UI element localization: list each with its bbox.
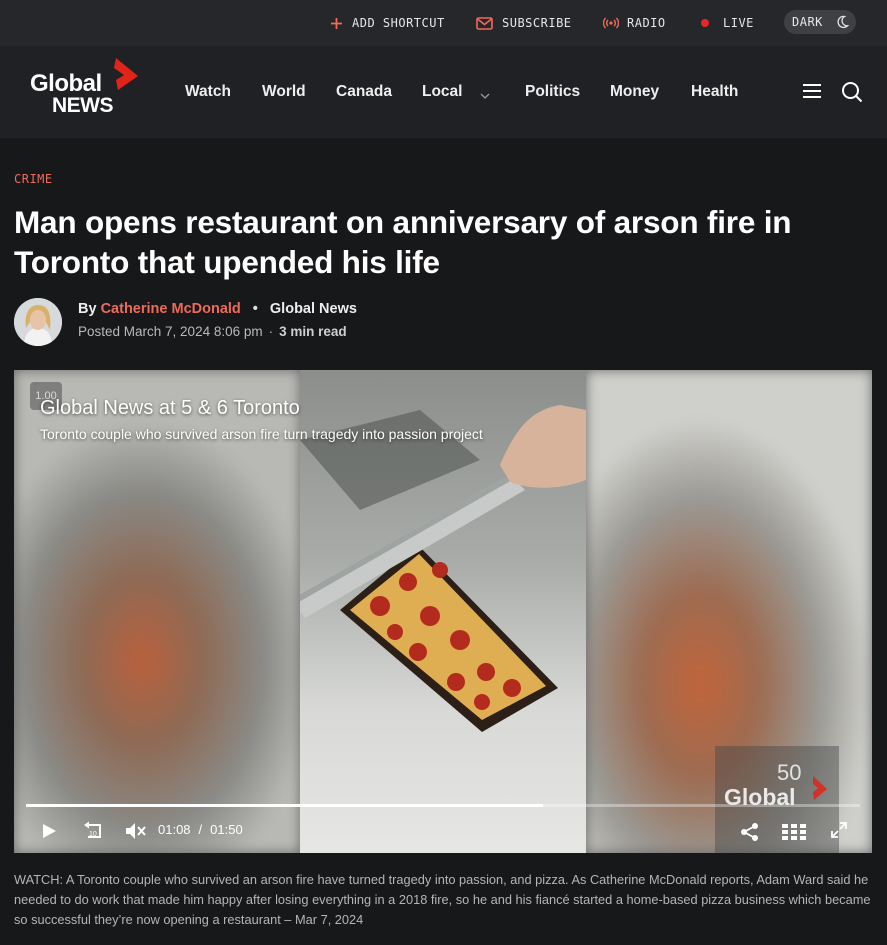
video-title: Global News at 5 & 6 Toronto xyxy=(40,397,300,419)
nav-canada[interactable]: Canada xyxy=(336,82,392,102)
posted-meta: Posted March 7, 2024 8:06 pm · 3 min read xyxy=(78,324,347,339)
utility-bar: ADD SHORTCUT SUBSCRIBE RADIO LIVE DARK xyxy=(0,0,887,46)
add-shortcut-label: ADD SHORTCUT xyxy=(352,16,445,30)
radio-icon xyxy=(603,17,619,29)
nav-watch[interactable]: Watch xyxy=(185,82,231,102)
logo-text-news: NEWS xyxy=(52,94,114,117)
search-icon[interactable] xyxy=(841,81,863,108)
share-icon[interactable] xyxy=(740,822,760,847)
outlet-name: Global News xyxy=(269,301,357,317)
video-frame-center xyxy=(290,370,586,853)
video-caption: WATCH: A Toronto couple who survived an … xyxy=(14,872,871,927)
fullscreen-icon[interactable] xyxy=(831,822,847,843)
video-player[interactable]: 1.00 Global News at 5 & 6 Toronto Toront… xyxy=(14,370,872,853)
video-frame-left-blur xyxy=(14,370,300,853)
nav-health[interactable]: Health xyxy=(691,82,738,102)
video-subtitle: Toronto couple who survived arson fire t… xyxy=(40,426,483,442)
subscribe-label: SUBSCRIBE xyxy=(502,16,572,30)
mail-icon xyxy=(476,16,493,30)
add-shortcut-link[interactable]: ADD SHORTCUT xyxy=(330,0,445,46)
nav-world[interactable]: World xyxy=(262,82,306,102)
radio-link[interactable]: RADIO xyxy=(603,0,666,46)
global-news-logo[interactable]: Global NEWS xyxy=(30,58,140,118)
current-time: 01:08 xyxy=(158,822,191,837)
category-label[interactable]: CRIME xyxy=(14,172,53,186)
hamburger-menu-icon[interactable] xyxy=(802,83,822,104)
meta-separator: · xyxy=(268,324,274,339)
video-progress-fill xyxy=(26,804,544,807)
byline: By Catherine McDonald • Global News xyxy=(78,301,357,317)
subscribe-link[interactable]: SUBSCRIBE xyxy=(476,0,572,46)
plus-icon xyxy=(330,17,343,30)
live-link[interactable]: LIVE xyxy=(701,0,754,46)
video-progress-bar[interactable] xyxy=(26,804,860,807)
nav-politics[interactable]: Politics xyxy=(525,82,580,102)
live-label: LIVE xyxy=(723,16,754,30)
grid-icon[interactable] xyxy=(781,822,807,847)
author-link[interactable]: Catherine McDonald xyxy=(101,301,241,317)
chevron-down-icon[interactable] xyxy=(479,87,491,105)
byline-separator: • xyxy=(252,301,258,317)
duration: 01:50 xyxy=(210,822,243,837)
nav-local[interactable]: Local xyxy=(422,82,462,102)
time-divider: / xyxy=(198,822,203,837)
author-avatar[interactable] xyxy=(14,298,62,346)
moon-icon xyxy=(834,14,850,30)
read-time: 3 min read xyxy=(279,324,347,339)
mute-icon[interactable] xyxy=(125,821,147,846)
radio-label: RADIO xyxy=(627,16,666,30)
play-icon[interactable] xyxy=(40,822,58,845)
svg-text:10: 10 xyxy=(89,831,97,838)
watermark-50: 50 xyxy=(777,760,802,785)
article-headline: Man opens restaurant on anniversary of a… xyxy=(14,204,792,280)
by-prefix: By xyxy=(78,301,97,317)
dark-mode-label: DARK xyxy=(792,15,823,29)
posted-date: Posted March 7, 2024 8:06 pm xyxy=(78,324,263,339)
live-dot-icon xyxy=(701,19,709,27)
channel-watermark: 50 Global xyxy=(715,746,839,853)
nav-money[interactable]: Money xyxy=(610,82,659,102)
dark-mode-toggle[interactable]: DARK xyxy=(784,10,856,34)
logo-chevron-icon xyxy=(114,58,138,90)
rewind-10-icon[interactable]: 10 xyxy=(82,820,104,847)
video-time: 01:08 / 01:50 xyxy=(158,822,243,837)
